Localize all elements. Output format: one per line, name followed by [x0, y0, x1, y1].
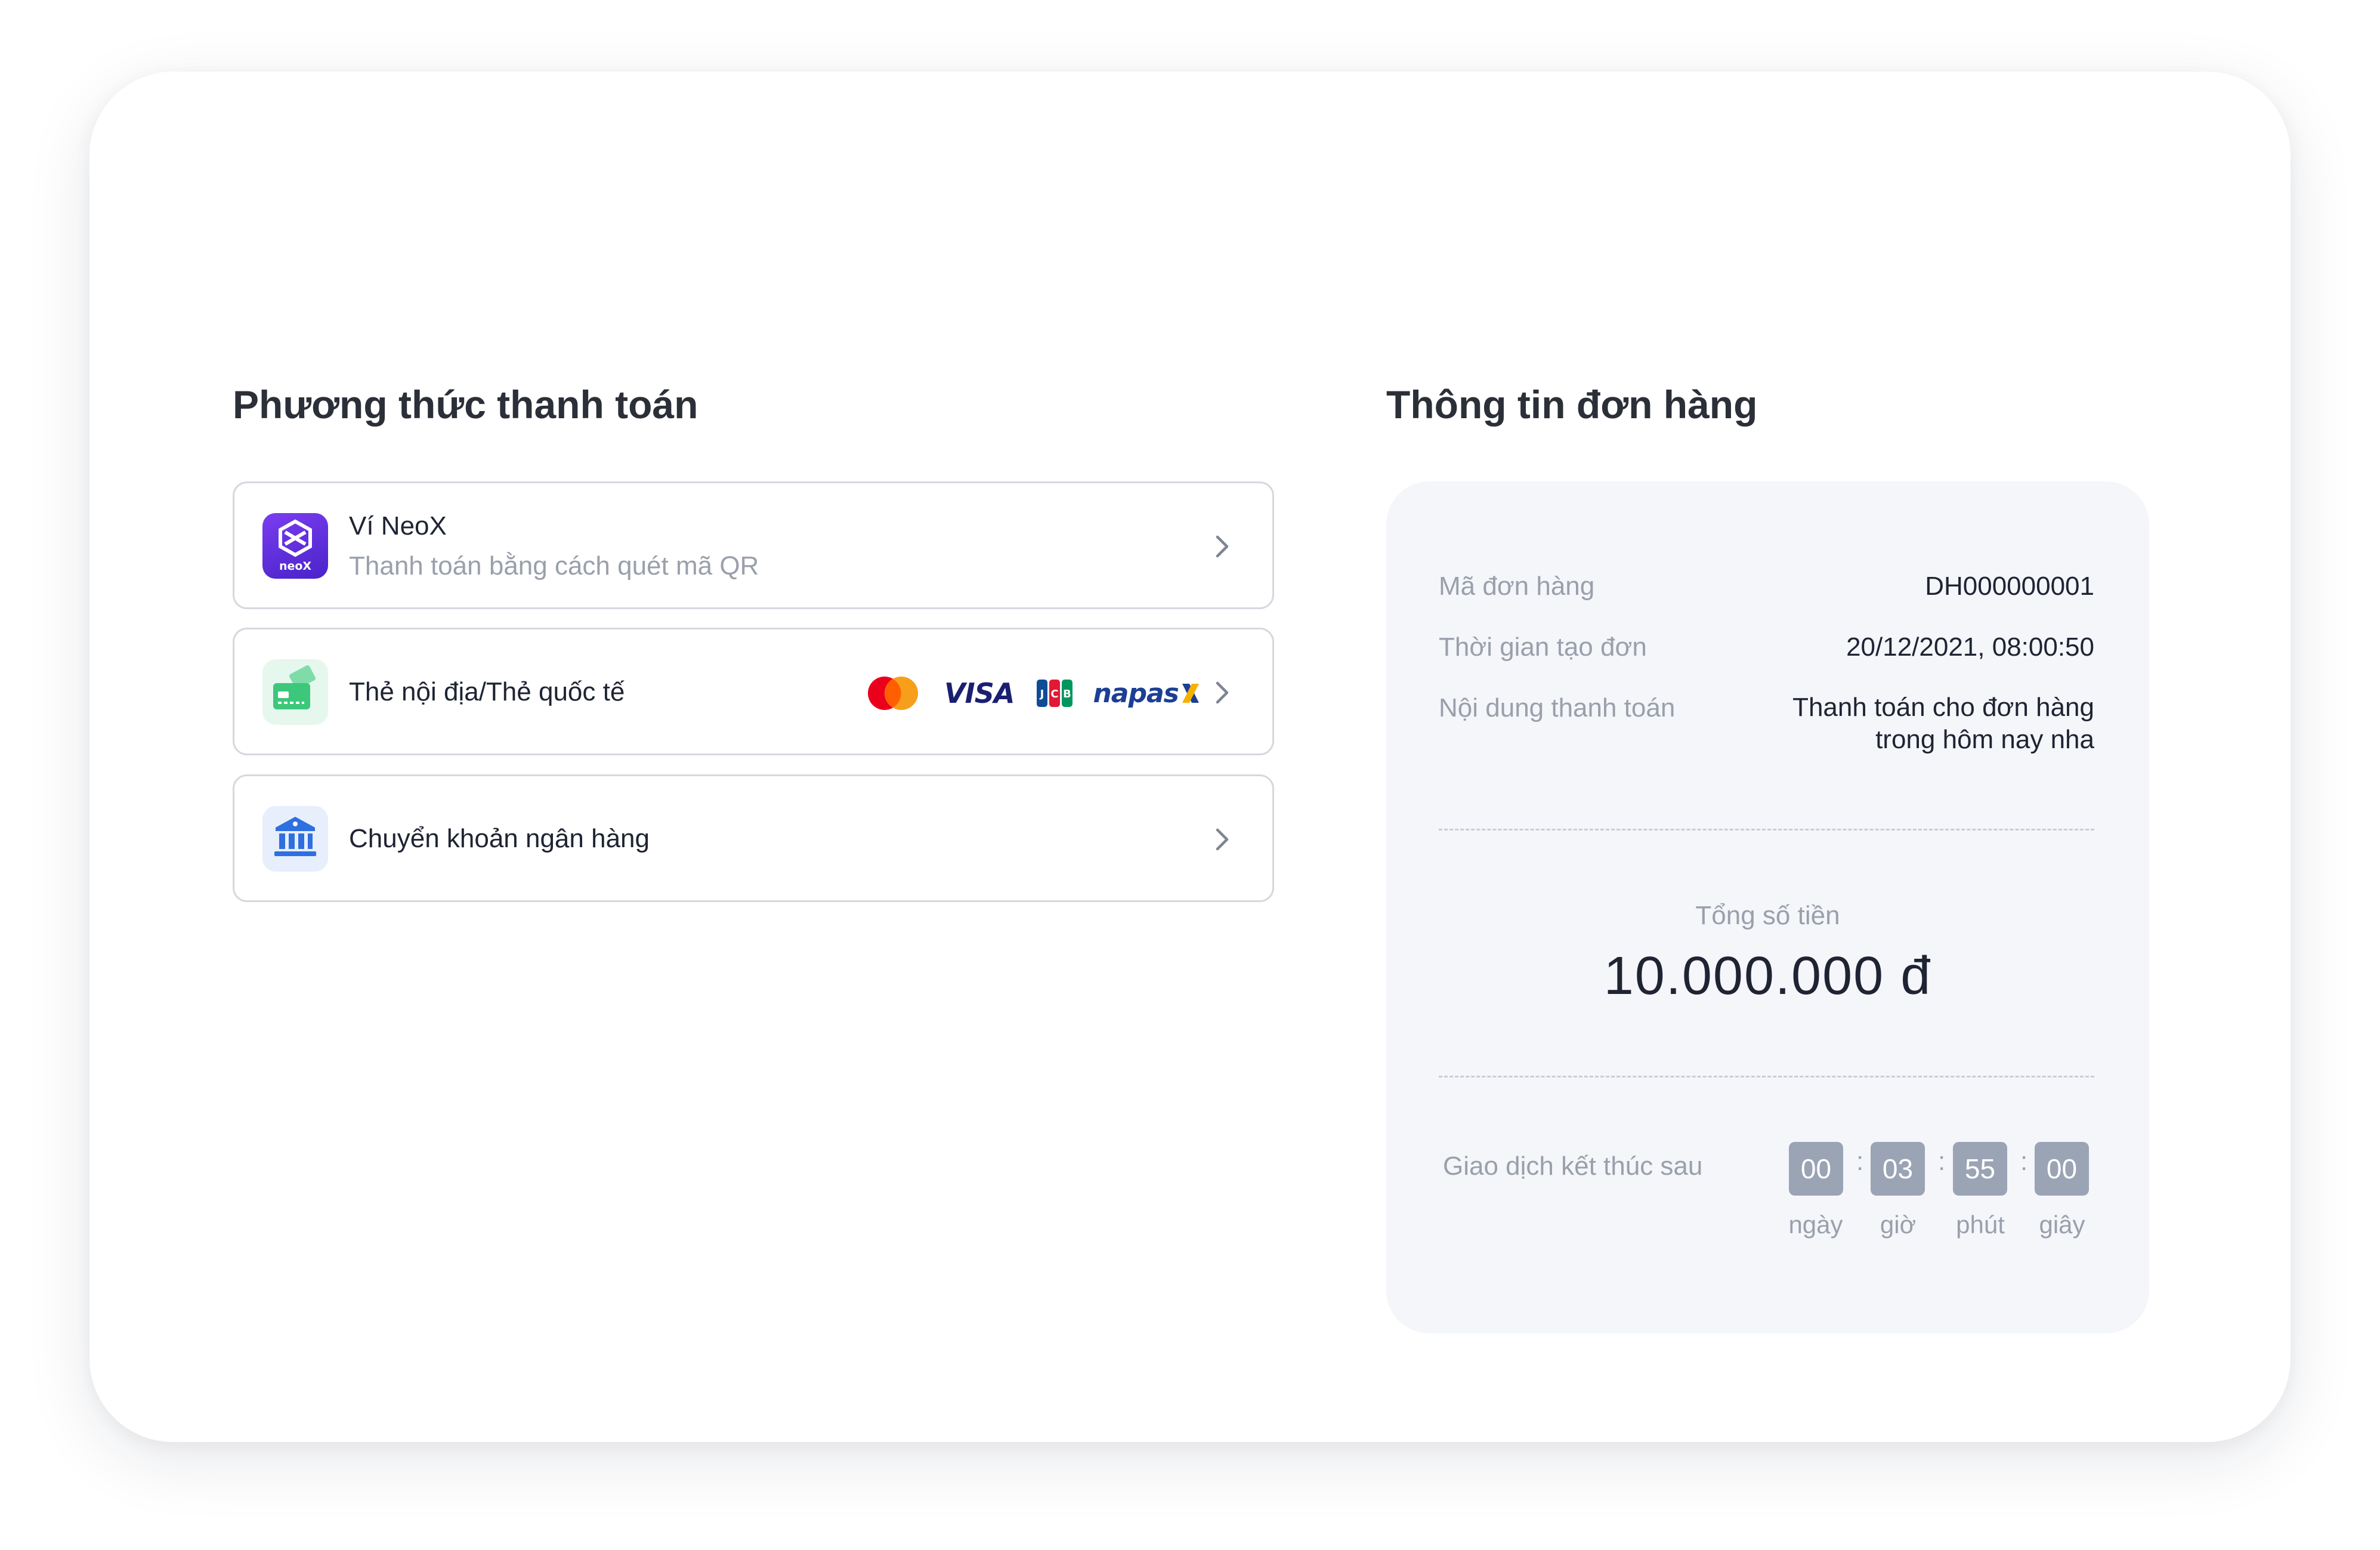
- method-name-bank-transfer: Chuyển khoản ngân hàng: [349, 824, 650, 853]
- countdown-hours: 03: [1871, 1142, 1925, 1196]
- jcb-logo: J C B: [1037, 680, 1073, 707]
- countdown-unit-seconds: giây: [2039, 1211, 2085, 1239]
- chevron-right-icon: [1216, 681, 1229, 704]
- countdown-unit-hours: giờ: [1880, 1211, 1917, 1239]
- countdown-separator: :: [1938, 1147, 1946, 1176]
- countdown-separator: :: [1856, 1147, 1864, 1176]
- countdown-minutes: 55: [1953, 1142, 2007, 1196]
- dashed-divider: [1439, 829, 2094, 830]
- countdown-unit-days: ngày: [1788, 1211, 1843, 1239]
- payment-method-bank-transfer[interactable]: Chuyển khoản ngân hàng: [233, 774, 1274, 902]
- svg-text:B: B: [1064, 688, 1072, 700]
- credit-card-icon: [262, 659, 328, 725]
- order-id-label: Mã đơn hàng: [1439, 572, 1595, 601]
- order-id-value: DH000000001: [1925, 572, 2094, 601]
- countdown-seconds: 00: [2035, 1142, 2089, 1196]
- payment-methods-title: Phương thức thanh toán: [233, 382, 698, 427]
- payment-method-card[interactable]: Thẻ nội địa/Thẻ quốc tế VISA J C B napas: [233, 628, 1274, 755]
- payment-card: Phương thức thanh toán neoX Ví NeoX Than…: [89, 72, 2291, 1442]
- payment-content-value: Thanh toán cho đơn hàng trong hôm nay nh…: [1792, 693, 2094, 754]
- order-created-time-value: 20/12/2021, 08:00:50: [1846, 632, 2094, 662]
- method-name-neox: Ví NeoX: [349, 511, 447, 541]
- countdown-unit-minutes: phút: [1956, 1211, 2005, 1239]
- method-subtitle-neox: Thanh toán bằng cách quét mã QR: [349, 551, 759, 581]
- order-info-title: Thông tin đơn hàng: [1386, 382, 1758, 427]
- countdown-separator: :: [2020, 1147, 2028, 1176]
- chevron-right-icon: [1216, 828, 1229, 851]
- transaction-expiry-label: Giao dịch kết thúc sau: [1443, 1151, 1703, 1181]
- napas-logo: napas: [1093, 678, 1179, 709]
- neox-wallet-icon: neoX: [262, 513, 328, 579]
- neox-logo-text: neoX: [279, 560, 311, 573]
- payment-method-neox-wallet[interactable]: neoX Ví NeoX Thanh toán bằng cách quét m…: [233, 481, 1274, 609]
- order-info-panel: Mã đơn hàng DH000000001 Thời gian tạo đơ…: [1386, 481, 2149, 1333]
- method-name-card: Thẻ nội địa/Thẻ quốc tế: [349, 677, 625, 706]
- total-amount-value: 10.000.000 đ: [1603, 946, 1932, 1006]
- payment-content-label: Nội dung thanh toán: [1439, 693, 1676, 722]
- svg-text:C: C: [1051, 688, 1059, 700]
- svg-text:J: J: [1039, 688, 1044, 700]
- countdown-days: 00: [1789, 1142, 1843, 1196]
- dashed-divider: [1439, 1076, 2094, 1077]
- card-brand-logos: VISA J C B napas: [864, 671, 1201, 715]
- order-created-time-label: Thời gian tạo đơn: [1439, 632, 1647, 662]
- bank-icon: [262, 806, 328, 872]
- visa-logo: VISA: [944, 677, 1015, 709]
- total-amount-label: Tổng số tiền: [1695, 901, 1840, 930]
- mastercard-logo: [868, 677, 918, 710]
- chevron-right-icon: [1216, 535, 1229, 558]
- napas-x-mark-icon: [1182, 684, 1199, 703]
